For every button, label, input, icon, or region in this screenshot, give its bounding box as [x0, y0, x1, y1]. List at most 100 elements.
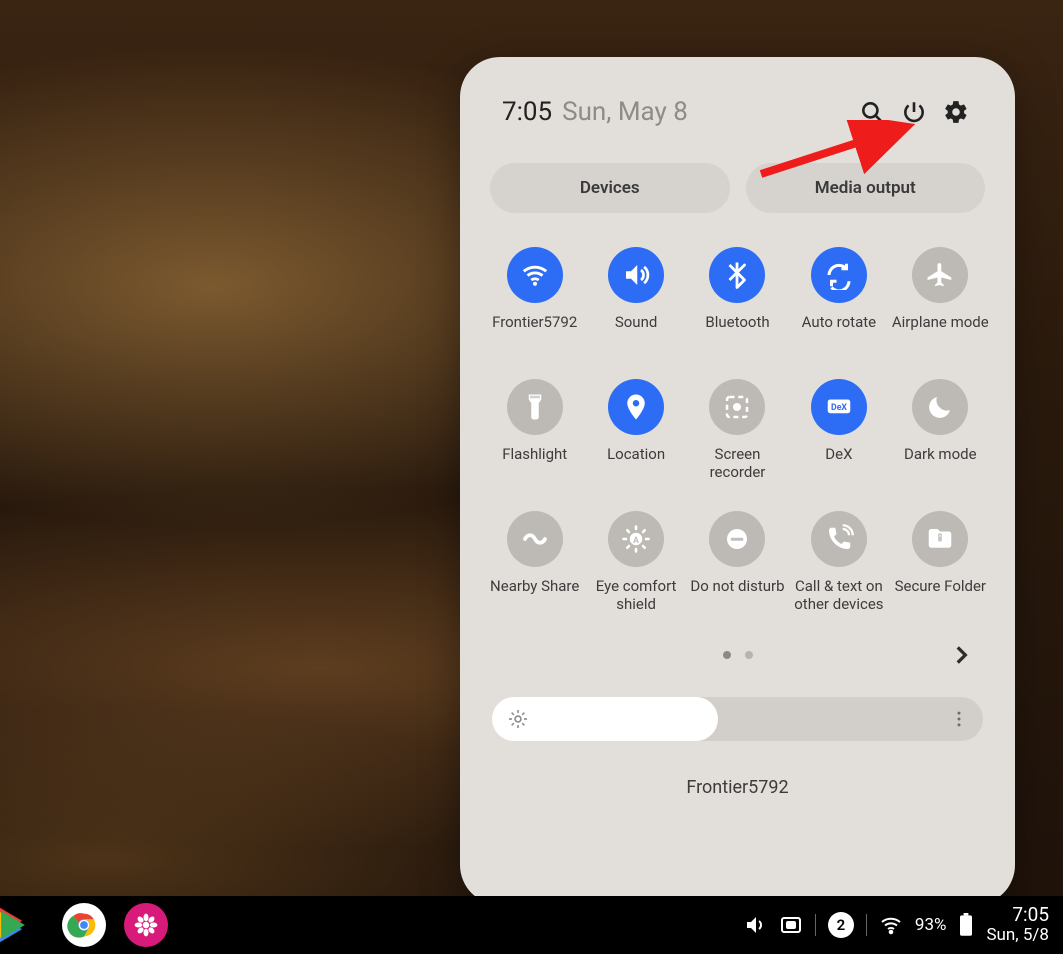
search-button[interactable]	[851, 91, 893, 133]
securefolder-toggle[interactable]	[912, 511, 968, 567]
pager-dot[interactable]	[745, 651, 753, 659]
flashlight-label: Flashlight	[502, 445, 567, 481]
taskbar-separator	[866, 914, 867, 936]
tile-sound[interactable]: Sound	[587, 247, 684, 349]
sound-icon	[621, 260, 651, 290]
eyecomfort-icon	[621, 524, 651, 554]
dnd-label: Do not disturb	[690, 577, 784, 613]
devices-pill[interactable]: Devices	[490, 163, 730, 213]
bluetooth-toggle[interactable]	[709, 247, 765, 303]
taskbar-time: 7:05	[986, 904, 1049, 926]
dex-label: DeX	[825, 445, 852, 481]
calltext-icon	[824, 524, 854, 554]
sound-toggle[interactable]	[608, 247, 664, 303]
brightness-more-button[interactable]	[949, 709, 969, 729]
play-store-app[interactable]	[0, 903, 44, 947]
chevron-right-icon	[948, 642, 974, 668]
taskbar-volume[interactable]	[743, 913, 767, 937]
pager-dot[interactable]	[723, 651, 731, 659]
nearby-label: Nearby Share	[490, 577, 579, 613]
tile-flashlight[interactable]: Flashlight	[486, 379, 583, 481]
tile-bluetooth[interactable]: Bluetooth	[689, 247, 786, 349]
header-date: Sun, May 8	[562, 97, 688, 127]
darkmode-toggle[interactable]	[912, 379, 968, 435]
gallery-app[interactable]	[124, 903, 168, 947]
gear-icon	[943, 99, 969, 125]
brightness-icon	[508, 709, 528, 729]
flashlight-toggle[interactable]	[507, 379, 563, 435]
calltext-label: Call & text on other devices	[790, 577, 887, 613]
tile-eyecomfort[interactable]: Eye comfort shield	[587, 511, 684, 613]
taskbar-battery[interactable]	[958, 913, 974, 937]
cast-icon	[779, 913, 803, 937]
dnd-toggle[interactable]	[709, 511, 765, 567]
more-vertical-icon	[949, 709, 969, 729]
tile-location[interactable]: Location	[587, 379, 684, 481]
location-toggle[interactable]	[608, 379, 664, 435]
nearby-toggle[interactable]	[507, 511, 563, 567]
autorotate-toggle[interactable]	[811, 247, 867, 303]
tile-airplane[interactable]: Airplane mode	[892, 247, 989, 349]
taskbar-separator	[815, 914, 816, 936]
bluetooth-icon	[722, 260, 752, 290]
taskbar-cast[interactable]	[779, 913, 803, 937]
tile-dex[interactable]: DeX	[790, 379, 887, 481]
media-output-pill[interactable]: Media output	[746, 163, 986, 213]
tile-securefolder[interactable]: Secure Folder	[892, 511, 989, 613]
location-label: Location	[607, 445, 665, 481]
dex-icon	[824, 392, 854, 422]
bluetooth-label: Bluetooth	[705, 313, 769, 349]
volume-icon	[743, 913, 767, 937]
power-icon	[901, 99, 927, 125]
wifi-toggle[interactable]	[507, 247, 563, 303]
autorotate-label: Auto rotate	[802, 313, 876, 349]
airplane-toggle[interactable]	[912, 247, 968, 303]
screenrec-icon	[722, 392, 752, 422]
dnd-icon	[722, 524, 752, 554]
tile-autorotate[interactable]: Auto rotate	[790, 247, 887, 349]
power-button[interactable]	[893, 91, 935, 133]
flower-icon	[133, 912, 159, 938]
flashlight-icon	[520, 392, 550, 422]
dex-toggle[interactable]	[811, 379, 867, 435]
eyecomfort-toggle[interactable]	[608, 511, 664, 567]
battery-icon	[958, 913, 974, 937]
airplane-label: Airplane mode	[892, 313, 989, 349]
tile-screenrec[interactable]: Screen recorder	[689, 379, 786, 481]
tile-dnd[interactable]: Do not disturb	[689, 511, 786, 613]
tile-calltext[interactable]: Call & text on other devices	[790, 511, 887, 613]
play-store-icon	[1, 911, 25, 939]
location-icon	[621, 392, 651, 422]
header-time: 7:05	[502, 97, 552, 127]
tile-darkmode[interactable]: Dark mode	[892, 379, 989, 481]
sound-label: Sound	[615, 313, 657, 349]
taskbar-wifi[interactable]	[879, 913, 903, 937]
darkmode-label: Dark mode	[904, 445, 977, 481]
wifi-icon	[879, 913, 903, 937]
tile-nearby[interactable]: Nearby Share	[486, 511, 583, 613]
screenrec-toggle[interactable]	[709, 379, 765, 435]
devices-pill-label: Devices	[580, 178, 640, 198]
settings-button[interactable]	[935, 91, 977, 133]
folder-icon	[925, 524, 955, 554]
nearby-icon	[520, 524, 550, 554]
screenrec-label: Screen recorder	[689, 445, 786, 481]
securefolder-label: Secure Folder	[895, 577, 986, 613]
chrome-app[interactable]	[62, 903, 106, 947]
search-icon	[859, 99, 885, 125]
pager	[484, 637, 991, 673]
taskbar-clock[interactable]: 7:05 Sun, 5/8	[986, 904, 1049, 945]
rotate-icon	[824, 260, 854, 290]
eyecomfort-label: Eye comfort shield	[587, 577, 684, 613]
chrome-icon	[67, 908, 101, 942]
quick-settings-panel: 7:05 Sun, May 8 Devices Media output Fro…	[460, 57, 1015, 905]
panel-header: 7:05 Sun, May 8	[484, 91, 991, 133]
brightness-slider[interactable]	[492, 697, 983, 741]
tiles-grid: Frontier5792 Sound Bluetooth Auto rotate Air…	[484, 247, 991, 613]
pill-row: Devices Media output	[484, 163, 991, 213]
tile-wifi[interactable]: Frontier5792	[486, 247, 583, 349]
taskbar-notification-count[interactable]: 2	[828, 912, 854, 938]
calltext-toggle[interactable]	[811, 511, 867, 567]
next-page-button[interactable]	[943, 637, 979, 673]
media-output-pill-label: Media output	[815, 178, 916, 198]
